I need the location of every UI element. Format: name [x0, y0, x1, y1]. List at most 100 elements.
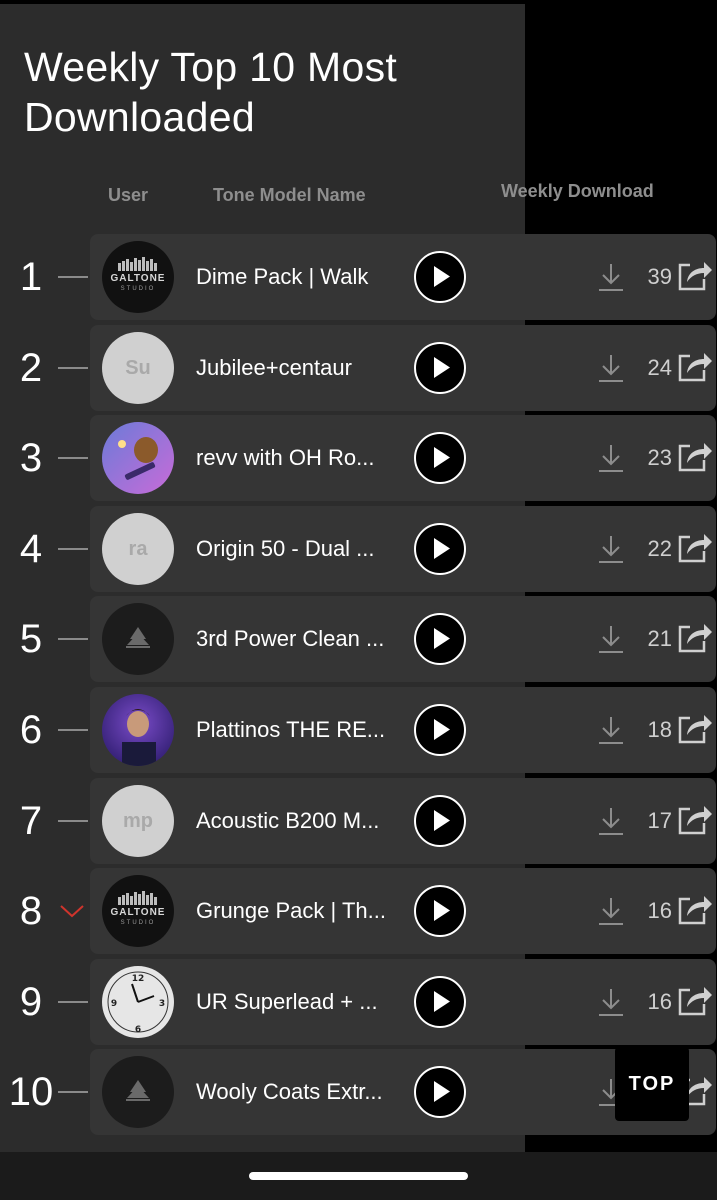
play-button[interactable]	[414, 1066, 466, 1118]
tone-model-name[interactable]: Grunge Pack | Th...	[196, 868, 402, 954]
share-icon[interactable]	[676, 620, 714, 659]
rank-number: 10	[8, 1070, 54, 1114]
download-icon[interactable]	[596, 533, 626, 570]
avatar[interactable]	[102, 422, 174, 494]
tone-card[interactable]: ra Origin 50 - Dual ... 22	[90, 506, 716, 592]
tone-card[interactable]: 12 3 6 9 UR Superlead + ... 16	[90, 959, 716, 1045]
bottom-bar	[0, 1152, 717, 1200]
play-button[interactable]	[414, 795, 466, 847]
dash-icon	[58, 820, 88, 822]
share-icon[interactable]	[676, 439, 714, 478]
download-count: 16	[647, 898, 672, 923]
play-button[interactable]	[414, 523, 466, 575]
avatar[interactable]: GALTONE STUDIO	[102, 875, 174, 947]
play-button[interactable]	[414, 432, 466, 484]
download-count: 39	[647, 264, 672, 289]
ranking-row: 1 GALTONE STUDIO Dime Pack | Walk 39	[0, 234, 717, 320]
share-icon[interactable]	[676, 802, 714, 841]
rank-number: 7	[19, 799, 43, 843]
play-button[interactable]	[414, 885, 466, 937]
ranking-row: 5 3rd Power Clean ... 21	[0, 596, 717, 682]
column-header-weekly-download: Weekly Download	[501, 181, 654, 201]
tone-card[interactable]: Su Jubilee+centaur 24	[90, 325, 716, 411]
download-icon[interactable]	[596, 352, 626, 389]
play-icon	[434, 1081, 450, 1102]
tone-card[interactable]: 3rd Power Clean ... 21	[90, 596, 716, 682]
download-count: 22	[647, 536, 672, 561]
avatar-initials: Su	[125, 356, 151, 379]
avatar-brand-subtext: STUDIO	[120, 920, 156, 926]
tone-model-name[interactable]: Origin 50 - Dual ...	[196, 506, 402, 592]
play-icon	[434, 266, 450, 287]
share-icon[interactable]	[676, 892, 714, 931]
ranking-row: 4 ra Origin 50 - Dual ... 22	[0, 506, 717, 592]
play-icon	[434, 357, 450, 378]
download-icon[interactable]	[596, 442, 626, 479]
chevron-down-icon	[58, 902, 86, 920]
download-count: 23	[647, 445, 672, 470]
tone-model-name[interactable]: Plattinos THE RE...	[196, 687, 402, 773]
avatar[interactable]: 12 3 6 9	[102, 966, 174, 1038]
play-button[interactable]	[414, 976, 466, 1028]
dash-icon	[58, 1091, 88, 1093]
download-icon[interactable]	[596, 986, 626, 1023]
play-icon	[434, 900, 450, 921]
tone-card[interactable]: revv with OH Ro... 23	[90, 415, 716, 501]
play-button[interactable]	[414, 342, 466, 394]
avatar[interactable]: GALTONE STUDIO	[102, 241, 174, 313]
play-button[interactable]	[414, 613, 466, 665]
tone-model-name[interactable]: Jubilee+centaur	[196, 325, 402, 411]
download-count: 17	[647, 808, 672, 833]
tone-card[interactable]: Plattinos THE RE... 18	[90, 687, 716, 773]
tone-card[interactable]: mp Acoustic B200 M... 17	[90, 778, 716, 864]
play-icon	[434, 447, 450, 468]
column-header-tone-model-name: Tone Model Name	[213, 185, 366, 205]
dash-icon	[58, 638, 88, 640]
ranking-row: 10 Wooly Coats Extr...	[0, 1049, 717, 1135]
tone-model-name[interactable]: 3rd Power Clean ...	[196, 596, 402, 682]
column-header-user: User	[108, 185, 149, 205]
share-icon[interactable]	[676, 711, 714, 750]
screen: Weekly Top 10 Most Downloaded User Tone …	[0, 0, 717, 1200]
avatar[interactable]	[102, 603, 174, 675]
avatar[interactable]	[102, 694, 174, 766]
share-icon[interactable]	[676, 349, 714, 388]
tone-model-name[interactable]: Acoustic B200 M...	[196, 778, 402, 864]
dash-icon	[58, 1001, 88, 1003]
download-icon[interactable]	[596, 261, 626, 298]
download-icon[interactable]	[596, 714, 626, 751]
tone-model-name[interactable]: UR Superlead + ...	[196, 959, 402, 1045]
download-count: 21	[647, 626, 672, 651]
tone-model-name[interactable]: revv with OH Ro...	[196, 415, 402, 501]
share-icon[interactable]	[676, 258, 714, 297]
avatar-initials: ra	[128, 537, 148, 560]
rank-number: 8	[19, 889, 43, 933]
avatar[interactable]: mp	[102, 785, 174, 857]
page-title: Weekly Top 10 Most Downloaded	[24, 44, 398, 140]
home-indicator[interactable]	[249, 1172, 468, 1180]
tone-model-name[interactable]: Wooly Coats Extr...	[196, 1049, 402, 1135]
rank-number: 4	[19, 527, 43, 571]
dash-icon	[58, 276, 88, 278]
play-button[interactable]	[414, 251, 466, 303]
tone-model-name[interactable]: Dime Pack | Walk	[196, 234, 402, 320]
avatar[interactable]	[102, 1056, 174, 1128]
rank-number: 1	[19, 255, 43, 299]
avatar-initials: mp	[123, 809, 153, 832]
share-icon[interactable]	[676, 983, 714, 1022]
svg-text:3: 3	[159, 999, 165, 1009]
play-button[interactable]	[414, 704, 466, 756]
scroll-to-top-button[interactable]: TOP	[615, 1047, 689, 1121]
download-icon[interactable]	[596, 805, 626, 842]
dash-icon	[58, 457, 88, 459]
download-icon[interactable]	[596, 623, 626, 660]
play-icon	[434, 991, 450, 1012]
avatar[interactable]: ra	[102, 513, 174, 585]
download-icon[interactable]	[596, 895, 626, 932]
tone-card[interactable]: GALTONE STUDIO Grunge Pack | Th... 16	[90, 868, 716, 954]
ranking-row: 3 revv with OH Ro... 23	[0, 415, 717, 501]
avatar[interactable]: Su	[102, 332, 174, 404]
rank-number: 9	[19, 980, 43, 1024]
share-icon[interactable]	[676, 530, 714, 569]
tone-card[interactable]: GALTONE STUDIO Dime Pack | Walk 39	[90, 234, 716, 320]
